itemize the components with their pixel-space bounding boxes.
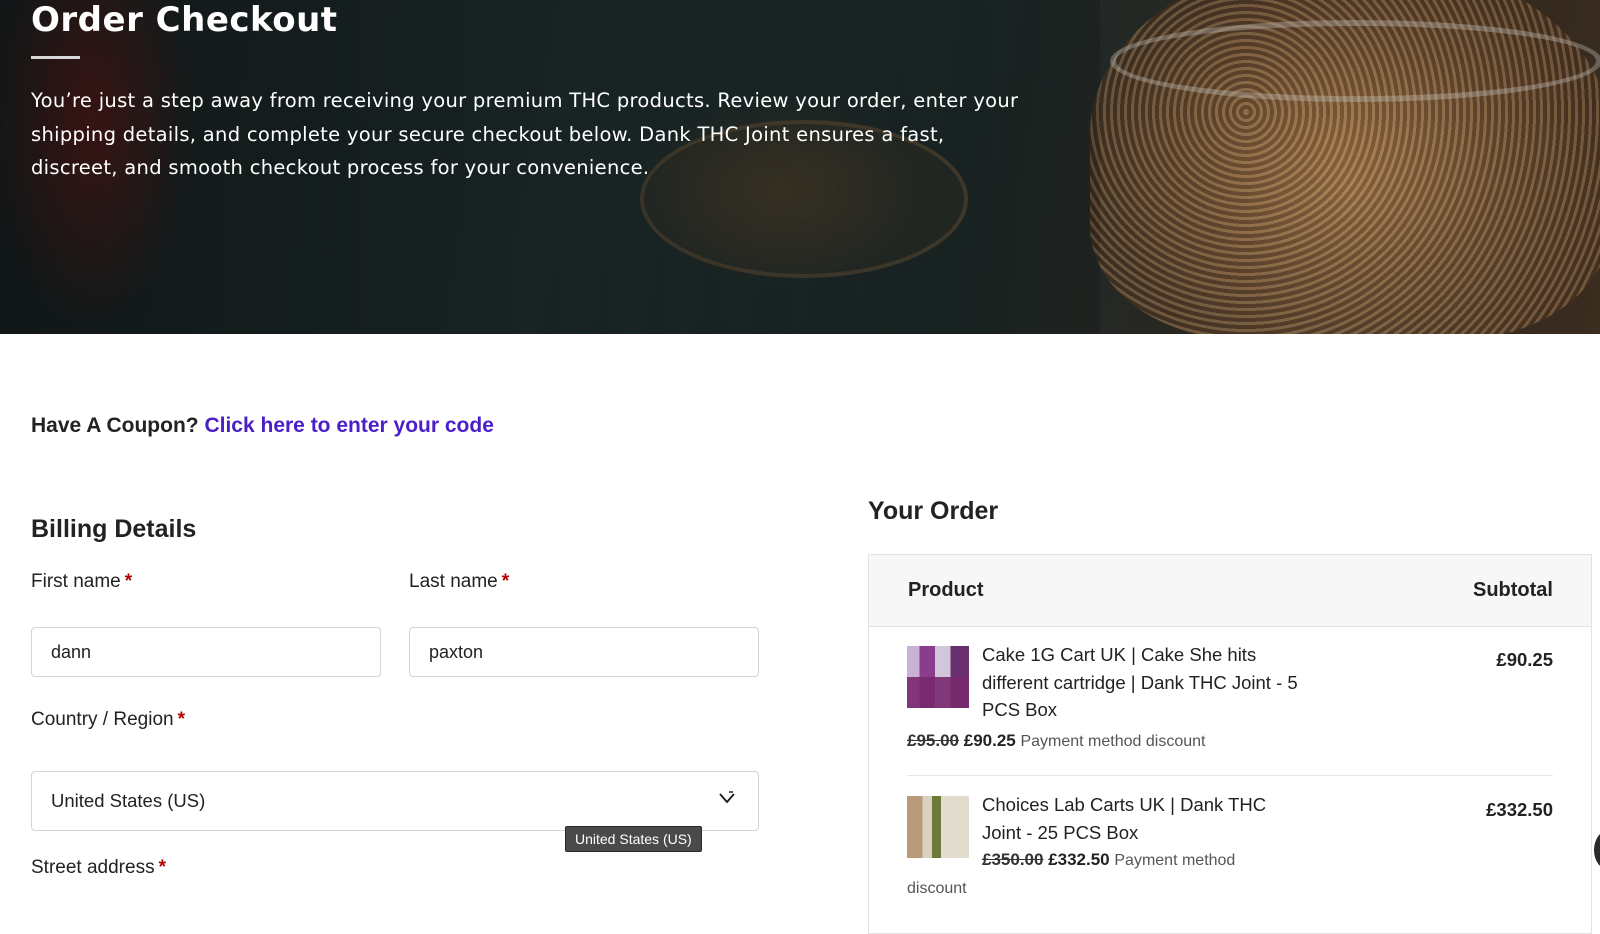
country-label: Country / Region *	[31, 709, 185, 731]
hero-description: You’re just a step away from receiving y…	[31, 89, 1019, 179]
coupon-link[interactable]: Click here to enter your code	[204, 414, 493, 437]
country-tooltip: United States (US)	[565, 826, 702, 852]
title-underline	[31, 56, 80, 59]
row-divider	[907, 775, 1553, 776]
product-name[interactable]: Cake 1G Cart UK | Cake She hits differen…	[982, 641, 1302, 724]
hero-banner: Order Checkout You’re just a step away f…	[0, 0, 1600, 334]
order-table: Product Subtotal Cake 1G Cart UK | Cake …	[868, 554, 1592, 934]
chevron-down-icon	[719, 791, 735, 804]
column-header-subtotal: Subtotal	[1473, 579, 1553, 601]
billing-title: Billing Details	[31, 515, 197, 543]
first-name-label-text: First name	[31, 571, 121, 592]
coupon-notice: Have A Coupon? Click here to enter your …	[31, 414, 494, 438]
chat-widget-edge[interactable]	[1594, 830, 1600, 870]
coupon-prompt: Have A Coupon?	[31, 414, 199, 437]
order-title: Your Order	[868, 497, 999, 525]
last-name-label: Last name *	[409, 571, 509, 593]
first-name-input[interactable]	[31, 627, 381, 677]
required-mark: *	[124, 571, 133, 592]
product-line-total: £332.50	[1486, 799, 1553, 820]
last-name-input[interactable]	[409, 627, 759, 677]
order-table-header: Product Subtotal	[869, 555, 1591, 627]
column-header-product: Product	[908, 579, 984, 601]
hero-background-jar-rim	[1110, 20, 1600, 102]
product-price-line: £350.00 £332.50 Payment method	[982, 846, 1235, 875]
product-price-line-wrap: discount	[907, 874, 967, 903]
product-thumbnail[interactable]	[907, 796, 969, 858]
discounted-price: £90.25	[963, 731, 1016, 750]
discounted-price: £332.50	[1048, 850, 1110, 869]
product-price-line: £95.00 £90.25 Payment method discount	[907, 727, 1205, 756]
page-title: Order Checkout	[31, 0, 338, 40]
country-select-value: United States (US)	[51, 790, 206, 811]
required-mark: *	[177, 709, 185, 730]
original-price: £350.00	[982, 850, 1044, 869]
country-select[interactable]: United States (US)	[31, 771, 759, 831]
street-address-label: Street address *	[31, 857, 166, 879]
discount-note: Payment method discount	[1020, 733, 1206, 750]
product-name[interactable]: Choices Lab Carts UK | Dank THC Joint - …	[982, 791, 1302, 846]
required-mark: *	[158, 857, 166, 878]
discount-note-continued: discount	[907, 880, 967, 897]
street-address-label-text: Street address	[31, 857, 155, 878]
original-price: £95.00	[907, 731, 959, 750]
country-label-text: Country / Region	[31, 709, 174, 730]
first-name-label: First name *	[31, 571, 132, 593]
product-thumbnail[interactable]	[907, 646, 969, 708]
product-line-total: £90.25	[1496, 649, 1553, 670]
discount-note: Payment method	[1114, 852, 1236, 869]
last-name-label-text: Last name	[409, 571, 498, 592]
required-mark: *	[501, 571, 510, 592]
